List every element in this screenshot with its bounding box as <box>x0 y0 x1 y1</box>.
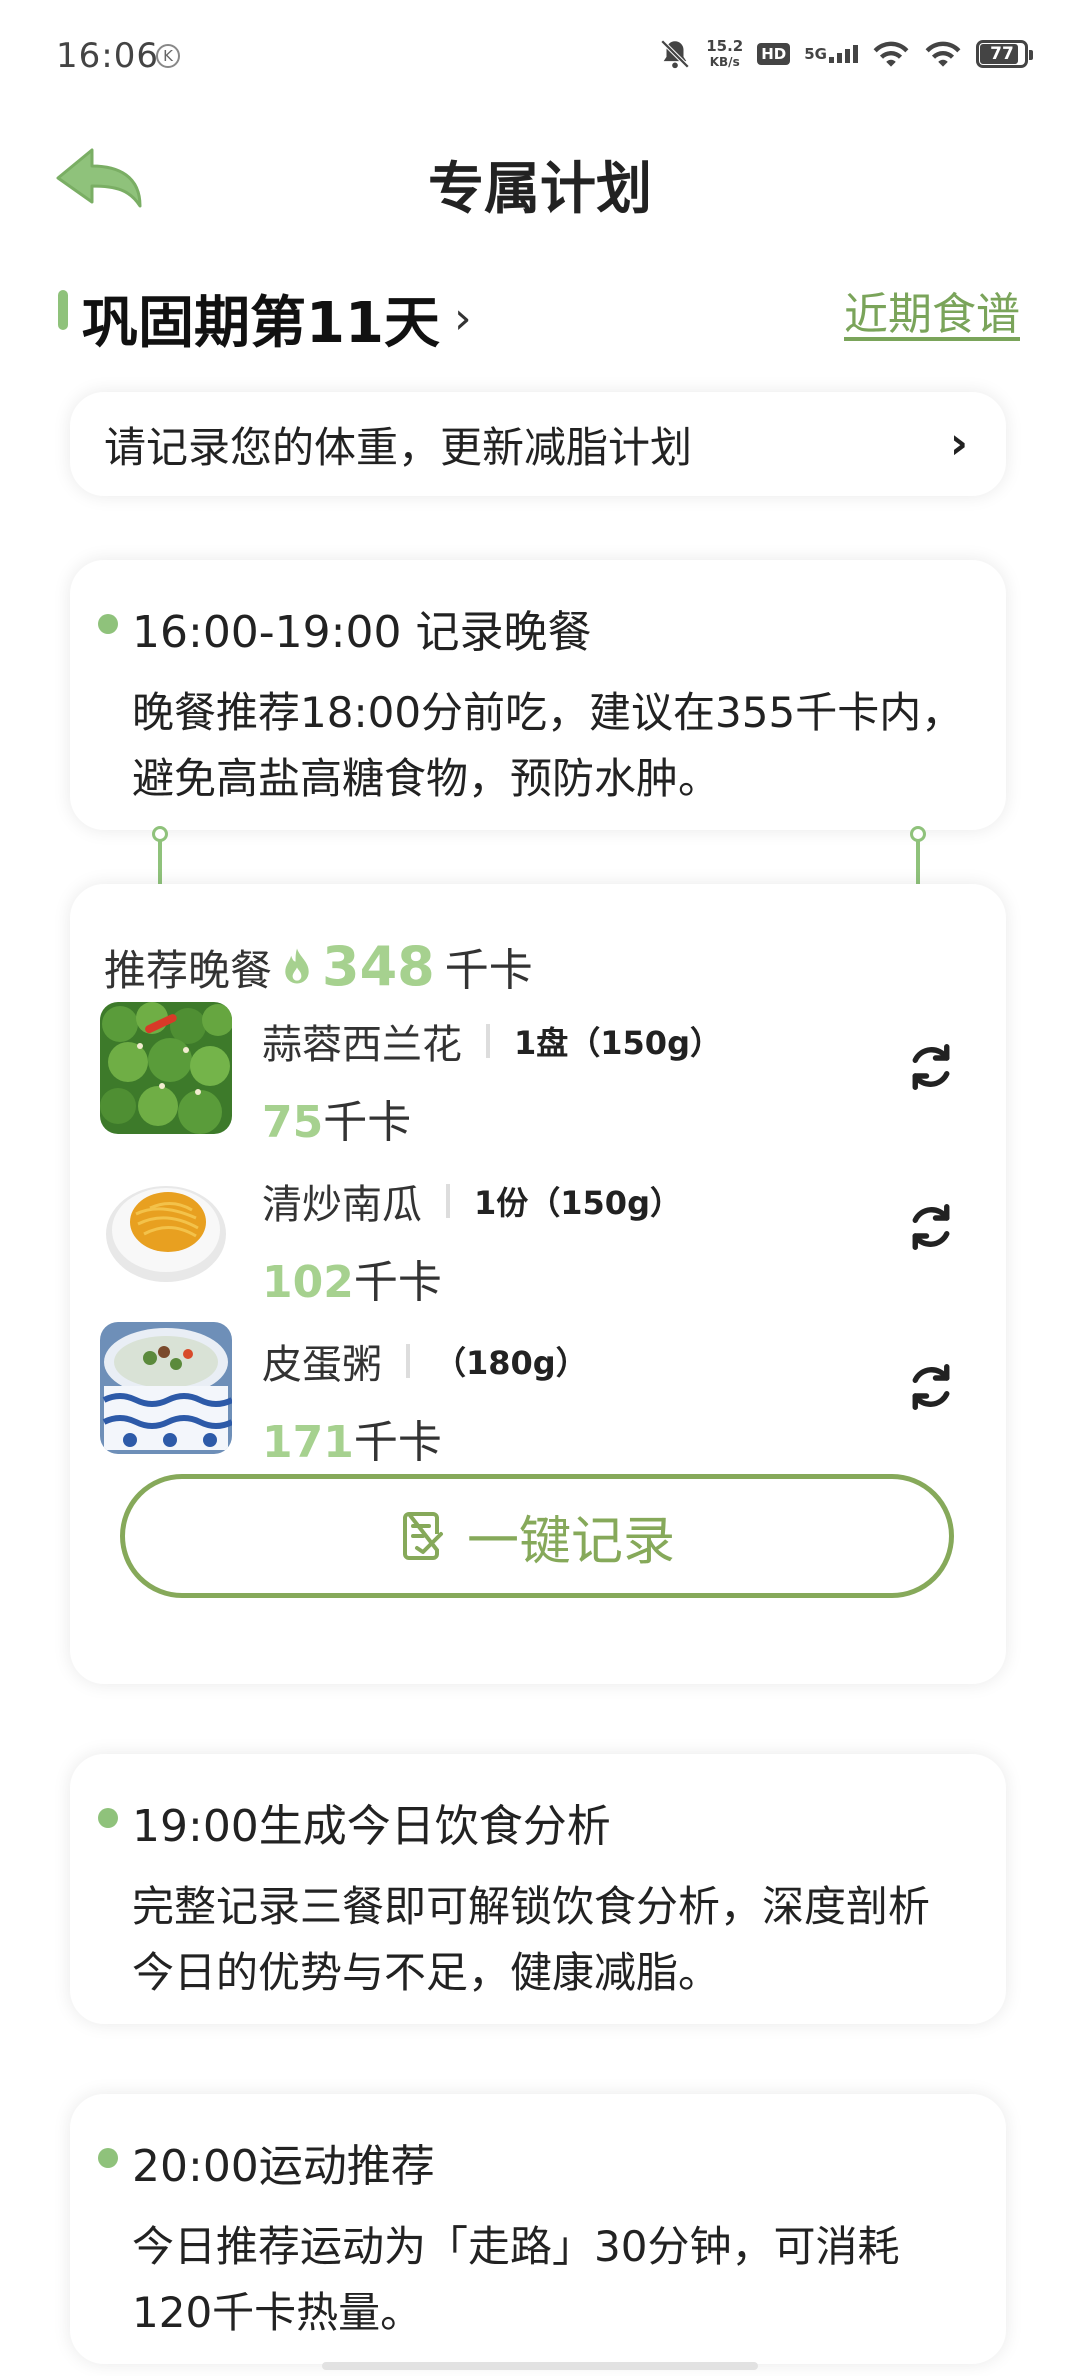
recent-recipes-link[interactable]: 近期食谱 <box>844 278 1020 342</box>
phase-accent-bar <box>58 290 68 330</box>
wifi-icon <box>925 41 961 67</box>
food-quantity: 1份（150g） <box>474 1184 682 1222</box>
hd-icon: HD <box>757 43 791 65</box>
food-name: 清炒南瓜 <box>262 1182 422 1228</box>
signal-icon: 5G <box>804 45 858 63</box>
exercise-time-title: 20:00运动推荐 <box>132 2141 435 2192</box>
meal-label: 推荐晚餐 <box>104 946 273 995</box>
signal-label: 5G <box>804 45 827 63</box>
meal-header: 推荐晚餐 348 千卡 <box>104 934 533 998</box>
divider <box>446 1184 450 1218</box>
edit-document-icon <box>402 1511 443 1560</box>
food-name-row: 清炒南瓜 1份（150g） <box>262 1172 682 1230</box>
page-title: 专属计划 <box>428 157 652 222</box>
refresh-swap-icon[interactable] <box>904 1200 958 1254</box>
record-weight-card[interactable]: 请记录您的体重，更新减脂计划 › <box>70 392 1006 496</box>
net-speed: 15.2 KB/s <box>706 38 743 70</box>
dinner-plan-card: 16:00-19:00 记录晚餐 晚餐推荐18:00分前吃，建议在355千卡内，… <box>70 560 1006 830</box>
dinner-description: 晚餐推荐18:00分前吃，建议在355千卡内，避免高盐高糖食物，预防水肿。 <box>132 688 964 803</box>
congee-image <box>100 1322 232 1454</box>
food-item[interactable]: 蒜蓉西兰花 1盘（150g） 75千卡 <box>100 1002 980 1148</box>
timeline-dot <box>98 1808 118 1828</box>
refresh-swap-icon[interactable] <box>904 1040 958 1094</box>
food-kcal: 75千卡 <box>262 1086 411 1150</box>
food-kcal-value: 171 <box>262 1417 354 1468</box>
food-kcal: 171千卡 <box>262 1406 442 1470</box>
analysis-time-title: 19:00生成今日饮食分析 <box>132 1801 611 1852</box>
food-kcal-unit: 千卡 <box>353 1257 442 1308</box>
net-speed-value: 15.2 <box>706 37 744 55</box>
food-kcal: 102千卡 <box>262 1246 442 1310</box>
divider <box>486 1024 490 1058</box>
status-bar: 16:06 K 15.2 KB/s HD 5G 77 <box>0 0 1080 110</box>
food-kcal-unit: 千卡 <box>353 1417 442 1468</box>
recommended-meal-card: 推荐晚餐 348 千卡 蒜蓉西兰花 1盘（150g） 75千卡 清炒南瓜 1份（… <box>70 884 1006 1684</box>
chevron-right-icon: › <box>453 293 472 344</box>
status-time: 16:06 <box>56 36 159 76</box>
food-kcal-unit: 千卡 <box>323 1097 412 1148</box>
status-icons: 15.2 KB/s HD 5G 77 <box>658 34 1033 74</box>
timeline-dot <box>98 2148 118 2168</box>
food-name-row: 皮蛋粥 （180g） <box>262 1332 588 1390</box>
food-kcal-value: 102 <box>262 1257 354 1308</box>
pumpkin-image <box>100 1162 232 1294</box>
dinner-time-title: 16:00-19:00 记录晚餐 <box>132 607 592 658</box>
food-item[interactable]: 清炒南瓜 1份（150g） 102千卡 <box>100 1162 980 1308</box>
food-kcal-value: 75 <box>262 1097 324 1148</box>
phase-title: 巩固期第11天 <box>82 291 440 356</box>
exercise-description: 今日推荐运动为「走路」30分钟，可消耗120千卡热量。 <box>132 2222 900 2337</box>
refresh-swap-icon[interactable] <box>904 1360 958 1414</box>
food-item[interactable]: 皮蛋粥 （180g） 171千卡 <box>100 1322 980 1468</box>
food-name: 蒜蓉西兰花 <box>262 1022 462 1068</box>
meal-kcal-value: 348 <box>322 935 435 998</box>
timeline-dot <box>98 614 118 634</box>
chevron-right-icon: › <box>949 418 968 469</box>
exercise-plan-card: 20:00运动推荐 今日推荐运动为「走路」30分钟，可消耗120千卡热量。 <box>70 2094 1006 2364</box>
analysis-description: 完整记录三餐即可解锁饮食分析，深度剖析今日的优势与不足，健康减脂。 <box>132 1882 931 1997</box>
phase-title-button[interactable]: 巩固期第11天 › <box>82 278 472 359</box>
food-name-row: 蒜蓉西兰花 1盘（150g） <box>262 1012 722 1070</box>
battery-level: 77 <box>990 44 1014 64</box>
one-click-record-button[interactable]: 一键记录 <box>120 1474 954 1598</box>
food-name: 皮蛋粥 <box>262 1342 382 1388</box>
analysis-plan-card: 19:00生成今日饮食分析 完整记录三餐即可解锁饮食分析，深度剖析今日的优势与不… <box>70 1754 1006 2024</box>
meal-kcal-unit: 千卡 <box>444 945 533 996</box>
mute-bell-icon <box>660 39 690 69</box>
record-weight-text: 请记录您的体重，更新减脂计划 <box>104 422 693 472</box>
record-button-label: 一键记录 <box>466 1511 675 1572</box>
home-indicator[interactable] <box>322 2362 758 2370</box>
battery-icon: 77 <box>976 40 1033 68</box>
broccoli-image <box>100 1002 232 1134</box>
food-quantity: （180g） <box>434 1344 588 1382</box>
food-quantity: 1盘（150g） <box>514 1024 722 1062</box>
divider <box>406 1344 410 1378</box>
wifi-icon-secondary <box>873 41 909 67</box>
net-speed-unit: KB/s <box>709 55 740 69</box>
k-badge-icon: K <box>156 44 180 68</box>
flame-icon <box>285 948 309 984</box>
